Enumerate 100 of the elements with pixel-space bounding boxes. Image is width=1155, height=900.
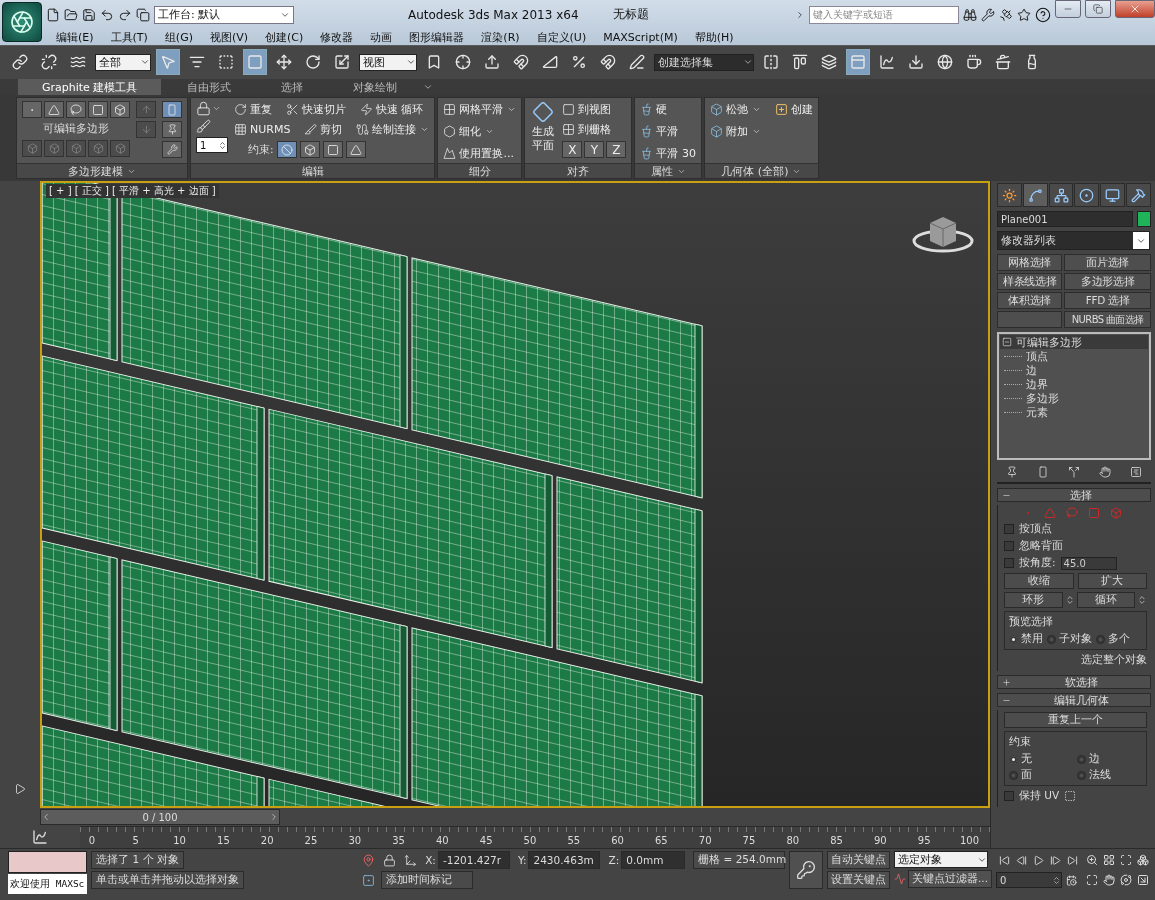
save-icon[interactable] — [82, 7, 96, 22]
constraint-button[interactable] — [276, 141, 297, 159]
modifier-button[interactable]: 多边形选择 — [1064, 273, 1151, 291]
rollout-header[interactable]: 软选择 — [997, 675, 1151, 690]
ribbon-tool[interactable]: 松弛 — [725, 101, 761, 119]
constraint-button[interactable] — [345, 141, 366, 159]
create-icon[interactable] — [774, 103, 788, 117]
caret-icon[interactable] — [795, 9, 805, 20]
menu-item[interactable]: 渲染(R) — [481, 29, 520, 45]
set-key-button[interactable]: 设置关键点 — [827, 871, 890, 890]
viewport-label[interactable]: [ + ] [ 正交 ] [ 平滑 + 高光 + 边面 ] — [46, 184, 219, 199]
radio-button[interactable] — [1076, 771, 1086, 780]
menu-item[interactable]: 动画 — [370, 29, 393, 45]
hexagon-icon[interactable] — [443, 125, 457, 139]
menu-item[interactable]: 组(G) — [164, 29, 193, 45]
star-icon[interactable] — [1017, 7, 1031, 22]
ribbon-tool[interactable]: 到视图 — [578, 101, 612, 119]
selection-filter-dropdown[interactable]: 全部 — [95, 53, 151, 71]
radio-button[interactable] — [1076, 755, 1086, 764]
angle-field[interactable]: 45.0 — [1060, 557, 1117, 570]
mountain-icon[interactable] — [443, 147, 457, 161]
radio-button[interactable] — [1047, 635, 1056, 644]
radio-button[interactable] — [1009, 635, 1018, 644]
ribbon-tool[interactable]: 快速 循环 — [376, 101, 424, 119]
axis-button[interactable]: Y — [584, 141, 605, 159]
target-icon[interactable] — [1074, 183, 1100, 208]
ribbon-tool[interactable]: 生成平面 — [530, 125, 557, 154]
ribbon-tool[interactable]: 到栅格 — [578, 121, 612, 139]
redo-icon[interactable] — [118, 7, 132, 22]
panel-button[interactable]: 收缩 — [1004, 573, 1074, 590]
time-slider[interactable]: 0 / 100 — [40, 809, 280, 826]
monitor-icon[interactable] — [1100, 183, 1126, 208]
lock-icon[interactable] — [383, 854, 397, 867]
menu-item[interactable]: 帮助(H) — [694, 29, 734, 45]
coordinate-dropdown[interactable]: 视图 — [359, 53, 417, 71]
transform-icon[interactable] — [404, 854, 418, 867]
tool-button[interactable] — [162, 141, 182, 159]
ribbon-tab[interactable]: 自由形式 — [163, 78, 256, 96]
axis-button[interactable]: Z — [606, 141, 627, 159]
key-mode-dropdown[interactable]: 选定对象 — [894, 851, 988, 869]
panel-button[interactable]: 扩大 — [1077, 573, 1147, 590]
panel-button[interactable]: 循环 — [1076, 592, 1135, 609]
binoculars-icon[interactable] — [963, 7, 977, 22]
named-selection-dropdown[interactable]: 创建选择集 — [654, 53, 754, 71]
hierarchy-icon[interactable] — [1048, 183, 1074, 208]
frame-field[interactable]: 0 — [996, 872, 1062, 889]
key-filters-button[interactable]: 关键点过滤器... — [908, 870, 992, 889]
up-arrow-button[interactable] — [136, 101, 156, 119]
search-field[interactable]: 键入关键字或短语 — [809, 5, 959, 24]
subobject-button[interactable] — [44, 101, 64, 119]
wrench-icon[interactable] — [981, 7, 995, 22]
add-time-tag[interactable]: 添加时间标记 — [381, 871, 474, 890]
hammer-icon[interactable] — [1126, 183, 1151, 208]
cup-icon[interactable] — [640, 125, 654, 139]
panel-button[interactable]: 环形 — [1004, 592, 1063, 609]
number-spinner[interactable]: 1 — [196, 137, 228, 154]
paint-icon[interactable] — [196, 119, 211, 135]
ribbon-tab[interactable]: 对象绘制 — [329, 78, 422, 96]
ribbon-tab[interactable]: 选择 — [257, 78, 328, 96]
ribbon-tool[interactable]: 创建 — [790, 101, 813, 119]
grid-icon[interactable] — [443, 103, 457, 117]
lock-icon[interactable] — [196, 101, 211, 117]
checkbox[interactable] — [1004, 524, 1014, 535]
panel-title[interactable]: 编辑 — [191, 163, 435, 179]
bar-icon[interactable] — [1037, 466, 1050, 479]
modifier-button[interactable]: NURBS 曲面选择 — [1064, 311, 1151, 329]
app-logo[interactable] — [2, 2, 42, 42]
panel-button[interactable]: 重复上一个 — [1004, 712, 1147, 729]
ribbon-tool[interactable]: 细化 — [459, 123, 495, 141]
key-button[interactable] — [789, 851, 823, 890]
ribbon-tool[interactable]: 快速切片 — [302, 101, 346, 119]
menu-item[interactable]: MAXScript(M) — [603, 30, 678, 44]
menu-item[interactable]: 工具(T) — [110, 29, 148, 45]
undo-icon[interactable] — [100, 7, 114, 22]
ribbon-tool[interactable]: 绘制连接 — [372, 121, 430, 139]
constraint-button[interactable] — [322, 141, 343, 159]
cup-icon[interactable] — [640, 103, 654, 117]
subobject-button[interactable] — [110, 101, 130, 119]
color-swatch[interactable] — [1137, 211, 1151, 228]
ribbon-tool[interactable]: 网格平滑 — [459, 101, 517, 119]
satellite-icon[interactable] — [999, 7, 1013, 22]
maximize-button[interactable] — [1085, 0, 1111, 18]
checkbox[interactable] — [1004, 558, 1014, 569]
pointer-icon[interactable] — [156, 49, 180, 76]
subobject-button[interactable] — [88, 101, 108, 119]
spinner-icon[interactable] — [1137, 595, 1147, 606]
axis-button[interactable]: X — [562, 141, 583, 159]
minimize-button[interactable] — [1055, 0, 1081, 18]
stack-item[interactable]: 边界 — [1000, 377, 1148, 392]
sun-icon[interactable] — [997, 183, 1022, 208]
modifier-button[interactable]: 样条线选择 — [997, 273, 1063, 291]
ribbon-tool[interactable]: 平滑 — [656, 123, 679, 141]
modifier-list-dropdown[interactable]: 修改器列表 — [997, 231, 1150, 251]
listener-box[interactable] — [8, 851, 88, 874]
panel-title[interactable]: 多边形建模 — [17, 163, 187, 179]
modifier-button[interactable]: 体积选择 — [997, 292, 1063, 310]
panel-title[interactable]: 细分 — [438, 163, 522, 179]
panel-title[interactable]: 属性 — [635, 163, 701, 179]
checkbox[interactable] — [1004, 541, 1014, 552]
menu-item[interactable]: 编辑(E) — [56, 29, 94, 45]
